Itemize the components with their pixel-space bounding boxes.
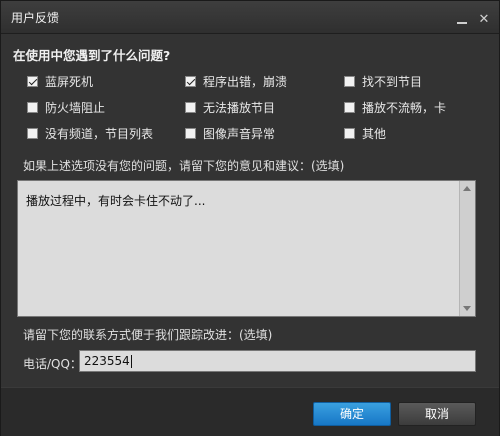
contact-input[interactable]: 223554 [79, 350, 476, 372]
option-program-not-found[interactable]: 找不到节目 [344, 73, 422, 89]
suggestion-text: 播放过程中，有时会卡住不动了... [26, 194, 206, 208]
option-other[interactable]: 其他 [344, 125, 386, 141]
suggestion-hint: 如果上述选项没有您的问题，请留下您的意见和建议：(选填) [23, 159, 345, 173]
option-label: 其他 [362, 126, 387, 141]
contact-label: 电话/QQ： [23, 357, 82, 371]
textarea-scrollbar[interactable] [459, 181, 475, 316]
text-caret [130, 355, 132, 368]
checkbox[interactable] [185, 75, 196, 87]
contact-value: 223554 [84, 354, 130, 368]
checkbox[interactable] [344, 127, 355, 139]
window-title: 用户反馈 [11, 11, 60, 25]
scroll-down-icon[interactable] [463, 306, 471, 311]
checkbox[interactable] [27, 127, 38, 139]
ok-button[interactable]: 确定 [313, 402, 391, 426]
option-label: 播放不流畅，卡 [362, 100, 447, 115]
option-label: 蓝屏死机 [45, 74, 94, 89]
cancel-button[interactable]: 取消 [398, 402, 476, 426]
option-no-channels[interactable]: 没有频道，节目列表 [27, 125, 153, 141]
option-label: 图像声音异常 [203, 126, 276, 141]
option-label: 程序出错，崩溃 [203, 74, 288, 89]
option-label: 找不到节目 [362, 74, 423, 89]
close-icon[interactable]: ✕ [477, 13, 491, 27]
checkbox[interactable] [344, 101, 355, 113]
checkbox[interactable] [27, 101, 38, 113]
option-bluescreen[interactable]: 蓝屏死机 [27, 73, 93, 89]
option-lagging[interactable]: 播放不流畅，卡 [344, 99, 446, 115]
option-label: 无法播放节目 [203, 100, 276, 115]
question-heading: 在使用中您遇到了什么问题? [13, 48, 171, 63]
minimize-icon[interactable] [455, 13, 469, 27]
title-bar[interactable]: 用户反馈 ✕ [1, 1, 499, 34]
scroll-up-icon[interactable] [463, 186, 471, 191]
checkbox[interactable] [185, 127, 196, 139]
option-firewall[interactable]: 防火墙阻止 [27, 99, 105, 115]
checkbox[interactable] [344, 75, 355, 87]
option-label: 防火墙阻止 [45, 100, 106, 115]
option-av-abnormal[interactable]: 图像声音异常 [185, 125, 275, 141]
checkbox[interactable] [185, 101, 196, 113]
option-cannot-play[interactable]: 无法播放节目 [185, 99, 275, 115]
checkbox[interactable] [27, 75, 38, 87]
contact-hint: 请留下您的联系方式便于我们跟踪改进：(选填) [23, 328, 273, 342]
suggestion-textarea[interactable]: 播放过程中，有时会卡住不动了... [17, 180, 476, 317]
option-program-error[interactable]: 程序出错，崩溃 [185, 73, 287, 89]
option-label: 没有频道，节目列表 [45, 126, 154, 141]
feedback-dialog: 用户反馈 ✕ 在使用中您遇到了什么问题? 蓝屏死机 程序出错，崩溃 找不到节目 … [0, 0, 500, 436]
